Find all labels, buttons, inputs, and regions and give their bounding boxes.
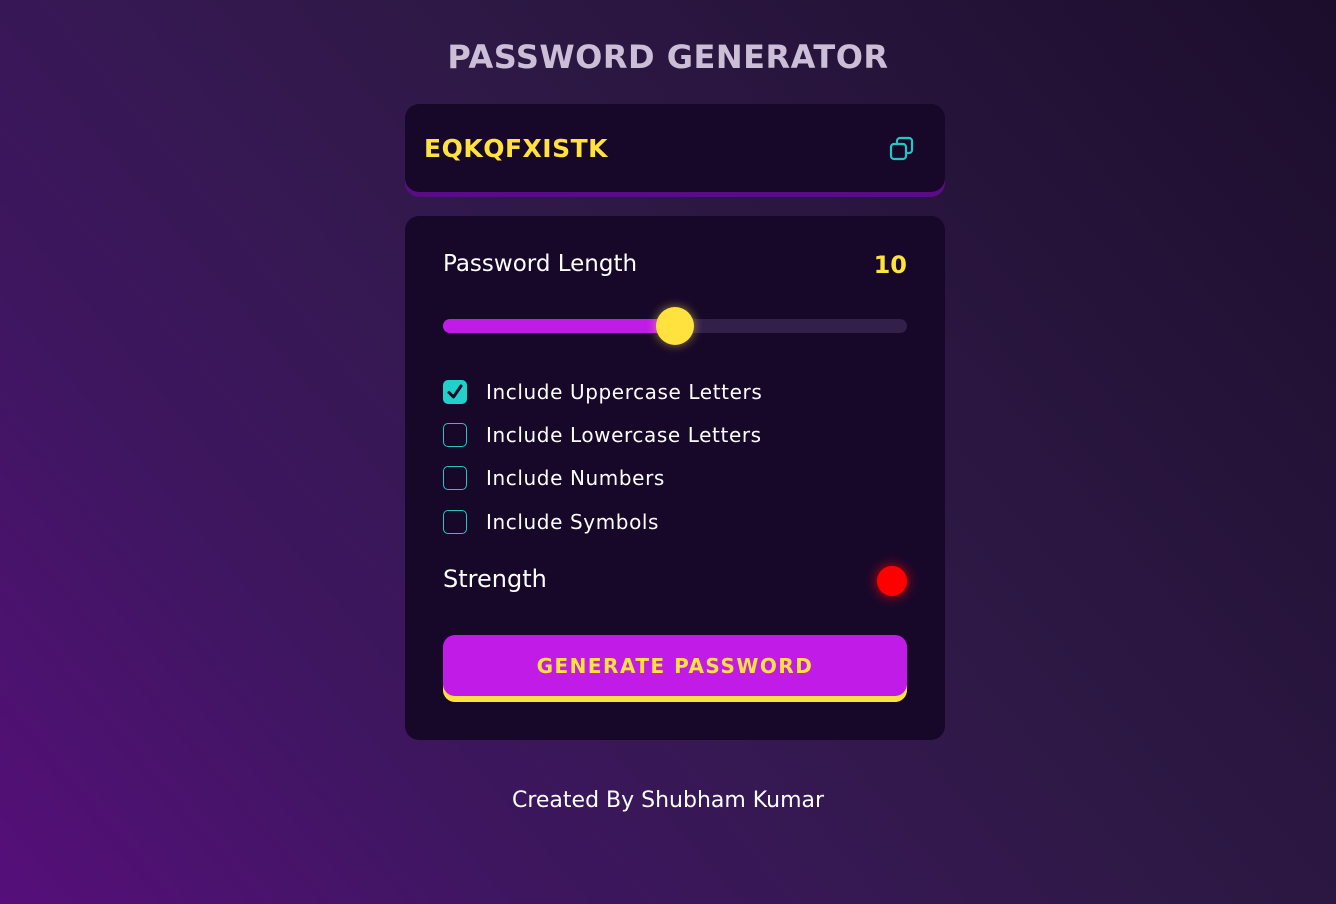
- password-text: EQKQFXISTK: [424, 134, 609, 163]
- numbers-checkbox[interactable]: [443, 466, 467, 490]
- lowercase-checkbox[interactable]: [443, 423, 467, 447]
- generate-password-button[interactable]: GENERATE PASSWORD: [443, 635, 907, 702]
- uppercase-label: Include Uppercase Letters: [486, 380, 763, 404]
- symbols-label: Include Symbols: [486, 510, 660, 534]
- lowercase-label: Include Lowercase Letters: [486, 423, 762, 447]
- slider-thumb[interactable]: [656, 307, 694, 345]
- strength-indicator: [877, 566, 907, 596]
- settings-panel: Password Length 10 Include Uppercase Let…: [405, 216, 945, 740]
- strength-label: Strength: [443, 565, 547, 593]
- option-symbols[interactable]: Include Symbols: [443, 508, 659, 536]
- numbers-label: Include Numbers: [486, 466, 665, 490]
- checkmark-icon: [447, 384, 463, 399]
- symbols-checkbox[interactable]: [443, 510, 467, 534]
- copy-icon: [889, 136, 914, 161]
- length-label: Password Length: [443, 251, 638, 277]
- slider-fill: [443, 319, 675, 333]
- copy-button[interactable]: [887, 134, 917, 164]
- page-title: PASSWORD GENERATOR: [447, 38, 889, 76]
- option-lowercase[interactable]: Include Lowercase Letters: [443, 421, 762, 449]
- length-slider[interactable]: [443, 307, 907, 345]
- option-uppercase[interactable]: Include Uppercase Letters: [443, 378, 762, 406]
- option-numbers[interactable]: Include Numbers: [443, 464, 665, 492]
- uppercase-checkbox[interactable]: [443, 380, 467, 404]
- footer-credit: Created By Shubham Kumar: [511, 788, 825, 813]
- password-display: EQKQFXISTK: [405, 104, 945, 192]
- length-value: 10: [873, 251, 907, 279]
